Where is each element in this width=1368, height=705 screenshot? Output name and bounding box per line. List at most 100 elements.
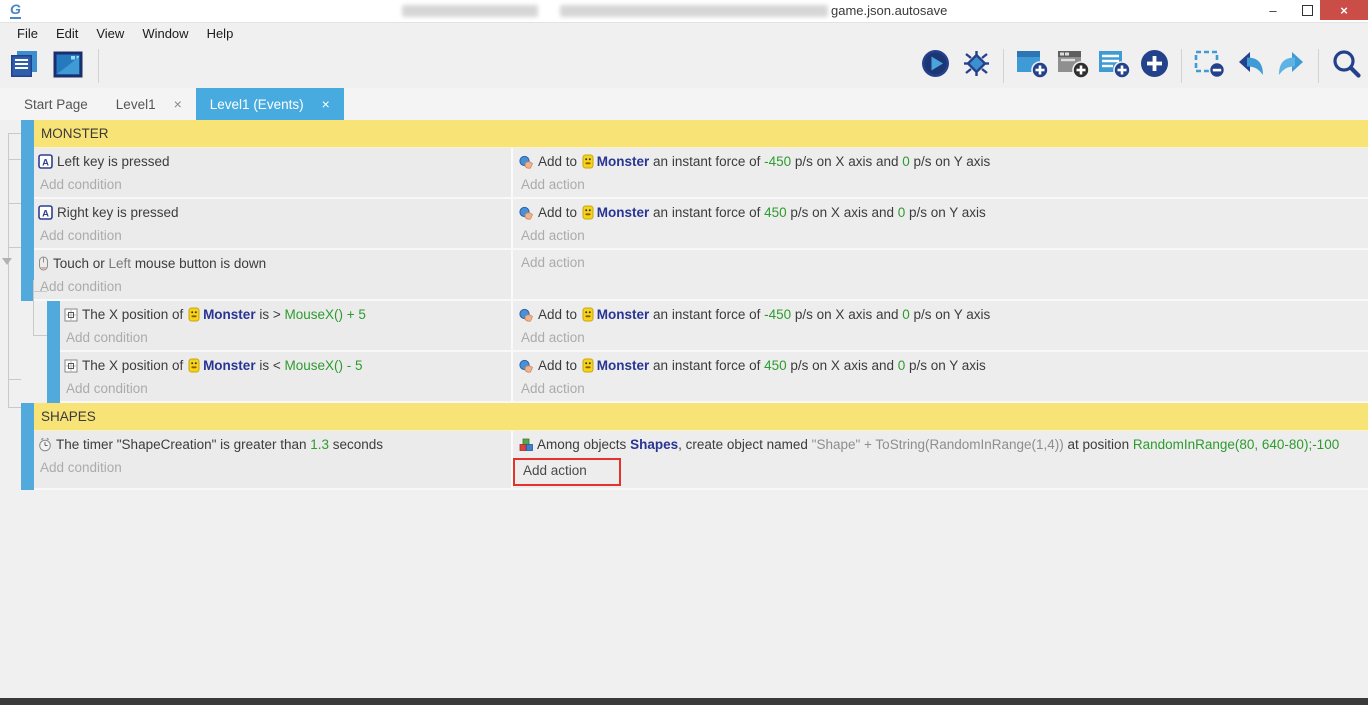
project-manager-icon-icon — [7, 47, 41, 86]
event-row[interactable]: Touch or Left mouse button is downAdd co… — [0, 250, 1368, 301]
start-page-icon[interactable] — [50, 47, 86, 85]
add-action-placeholder-highlighted[interactable]: Add action — [519, 458, 1368, 486]
add-condition-placeholder[interactable]: Add condition — [38, 175, 507, 195]
event-row[interactable]: ARight key is pressedAdd condition Add to… — [0, 199, 1368, 250]
tree-connector-line — [33, 335, 47, 336]
toolbar-divider — [1181, 49, 1182, 83]
event-group-row[interactable]: MONSTER — [0, 120, 1368, 148]
add-condition-placeholder[interactable]: Add condition — [64, 328, 507, 348]
tab-label: Level1 — [116, 97, 156, 112]
force-icon — [519, 307, 534, 328]
tab-level1[interactable]: Level1 × — [102, 88, 196, 120]
play-button[interactable] — [917, 47, 953, 85]
event-row[interactable]: The timer "ShapeCreation" is greater tha… — [0, 431, 1368, 490]
action-line[interactable]: Add to Monster an instant force of 450 p… — [519, 355, 1368, 379]
add-action-placeholder[interactable]: Add action — [519, 379, 1368, 399]
action-cell[interactable]: Add action — [511, 250, 1368, 301]
add-action-placeholder[interactable]: Add action — [519, 226, 1368, 246]
add-action-placeholder[interactable]: Add action — [519, 175, 1368, 195]
event-text-segment: Touch or — [53, 256, 109, 271]
action-cell[interactable]: Add to Monster an instant force of -450 … — [511, 301, 1368, 352]
event-text-segment: p/s on Y axis — [905, 205, 986, 220]
condition-line[interactable]: The X position of Monster is < MouseX() … — [64, 355, 507, 379]
object-name: Monster — [597, 358, 650, 373]
remove-selection-button[interactable] — [1191, 47, 1227, 85]
action-line[interactable]: Add to Monster an instant force of 450 p… — [519, 202, 1368, 226]
event-group-row[interactable]: SHAPES — [0, 403, 1368, 431]
tab-close-icon[interactable]: × — [322, 96, 330, 112]
action-line[interactable]: Among objects Shapes, create object name… — [519, 434, 1368, 458]
tab-level1-events-[interactable]: Level1 (Events) × — [196, 88, 344, 120]
undo-button[interactable] — [1232, 47, 1268, 85]
group-header[interactable]: MONSTER — [34, 120, 1368, 148]
restore-icon — [1302, 5, 1313, 16]
tab-close-icon[interactable]: × — [174, 96, 182, 112]
conditions-column: ALeft key is pressedAdd condition — [0, 148, 511, 199]
menu-item-view[interactable]: View — [87, 23, 133, 44]
sub-event-row[interactable]: The X position of Monster is > MouseX() … — [0, 301, 1368, 352]
event-text-segment: 0 — [902, 307, 910, 322]
menu-item-edit[interactable]: Edit — [47, 23, 87, 44]
add-condition-placeholder[interactable]: Add condition — [38, 458, 507, 478]
condition-cell[interactable]: The X position of Monster is > MouseX() … — [60, 301, 511, 352]
menu-item-window[interactable]: Window — [133, 23, 197, 44]
condition-line[interactable]: ALeft key is pressed — [38, 151, 507, 175]
minimize-button[interactable]: – — [1256, 0, 1290, 20]
event-row[interactable]: ALeft key is pressedAdd condition Add to … — [0, 148, 1368, 199]
tree-connector-line — [8, 159, 21, 160]
action-line[interactable]: Add to Monster an instant force of -450 … — [519, 151, 1368, 175]
condition-cell[interactable]: The X position of Monster is < MouseX() … — [60, 352, 511, 403]
tab-bar: Start Page Level1 × Level1 (Events) × — [0, 88, 1368, 120]
action-cell[interactable]: Add to Monster an instant force of 450 p… — [511, 352, 1368, 403]
group-header[interactable]: SHAPES — [34, 403, 1368, 431]
add-condition-placeholder[interactable]: Add condition — [38, 277, 507, 297]
add-action-placeholder[interactable]: Add action — [519, 328, 1368, 348]
tree-connector-line — [33, 291, 47, 292]
event-text-segment: p/s on X axis and — [787, 358, 898, 373]
condition-cell[interactable]: ALeft key is pressedAdd condition — [34, 148, 511, 199]
add-subevent-button[interactable] — [1054, 47, 1090, 85]
add-comment-button[interactable] — [1095, 47, 1131, 85]
tab-label: Level1 (Events) — [210, 97, 304, 112]
debug-button[interactable] — [958, 47, 994, 85]
tree-vertical-line — [8, 133, 9, 407]
action-cell[interactable]: Add to Monster an instant force of -450 … — [511, 148, 1368, 199]
condition-cell[interactable]: ARight key is pressedAdd condition — [34, 199, 511, 250]
condition-cell[interactable]: The timer "ShapeCreation" is greater tha… — [34, 431, 511, 490]
tab-label: Start Page — [24, 97, 88, 112]
condition-line[interactable]: The X position of Monster is > MouseX() … — [64, 304, 507, 328]
tab-start-page[interactable]: Start Page — [10, 88, 102, 120]
add-circle-button[interactable] — [1136, 47, 1172, 85]
group-header-label: MONSTER — [41, 126, 109, 141]
event-text-segment: MouseX() - 5 — [284, 358, 362, 373]
condition-line[interactable]: The timer "ShapeCreation" is greater tha… — [38, 434, 507, 458]
action-cell[interactable]: Add to Monster an instant force of 450 p… — [511, 199, 1368, 250]
red-annotation-box[interactable]: Add action — [513, 458, 621, 486]
search-button[interactable] — [1328, 47, 1364, 85]
menu-item-file[interactable]: File — [8, 23, 47, 44]
condition-line[interactable]: ARight key is pressed — [38, 202, 507, 226]
event-text-segment: p/s on Y axis — [910, 154, 991, 169]
restore-button[interactable] — [1292, 0, 1322, 20]
action-cell[interactable]: Among objects Shapes, create object name… — [511, 431, 1368, 490]
position-icon — [64, 307, 78, 328]
add-event-button[interactable] — [1013, 47, 1049, 85]
event-tree-gutter — [0, 199, 21, 250]
redo-button[interactable] — [1273, 47, 1309, 85]
keyboard-icon: A — [38, 154, 53, 175]
condition-line[interactable]: Touch or Left mouse button is down — [38, 253, 507, 277]
event-text-segment: 450 — [764, 358, 787, 373]
close-button[interactable]: × — [1320, 0, 1368, 20]
event-selection-bar — [21, 431, 34, 490]
toolbar-divider — [1003, 49, 1004, 83]
action-line[interactable]: Add to Monster an instant force of -450 … — [519, 304, 1368, 328]
add-action-placeholder[interactable]: Add action — [519, 253, 1368, 273]
add-condition-placeholder[interactable]: Add condition — [38, 226, 507, 246]
sub-event-row[interactable]: The X position of Monster is < MouseX() … — [0, 352, 1368, 403]
add-condition-placeholder[interactable]: Add condition — [64, 379, 507, 399]
menu-item-help[interactable]: Help — [198, 23, 243, 44]
debug-icon — [961, 48, 992, 84]
condition-cell[interactable]: Touch or Left mouse button is downAdd co… — [34, 250, 511, 301]
event-text-segment: Add to — [538, 358, 581, 373]
project-manager-icon[interactable] — [6, 47, 42, 85]
